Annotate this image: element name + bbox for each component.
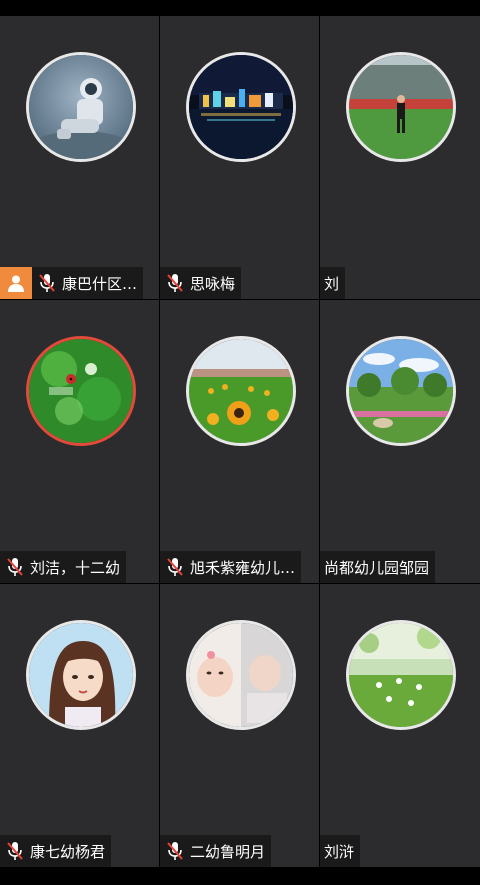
participant-avatar	[346, 620, 456, 730]
participant-tile[interactable]: 刘洁，十二幼	[0, 300, 159, 583]
anime-girl-photo	[28, 623, 133, 727]
green-blossom-photo	[349, 623, 453, 727]
participant-label: 旭禾紫雍幼儿…	[160, 551, 302, 583]
participant-avatar	[25, 620, 136, 730]
participant-name-box: 二幼鲁明月	[160, 835, 272, 867]
participant-name: 思咏梅	[190, 274, 236, 293]
participant-name-box: 康巴什区…	[32, 267, 144, 299]
mic-muted-icon	[164, 840, 186, 862]
participant-label: 刘洁，十二幼	[0, 551, 127, 583]
host-icon	[0, 267, 32, 299]
participant-name-box: 刘	[320, 267, 346, 299]
stadium-person-photo	[349, 55, 453, 159]
participant-tile[interactable]: 康巴什区…	[0, 16, 159, 299]
participant-name-box: 尚都幼儿园邹园	[320, 551, 436, 583]
participant-name: 二幼鲁明月	[190, 842, 266, 861]
participant-name-box: 刘浒	[320, 835, 361, 867]
participant-name: 尚都幼儿园邹园	[324, 558, 430, 577]
participant-grid: 康巴什区… 思咏梅 刘 刘洁，十二幼 旭禾紫雍幼儿… 尚都幼儿园邹园 康七幼杨君…	[0, 16, 480, 868]
participant-name: 旭禾紫雍幼儿…	[190, 558, 296, 577]
participant-label: 二幼鲁明月	[160, 835, 272, 867]
night-city-photo	[188, 55, 293, 159]
participant-tile[interactable]: 刘浒	[320, 584, 480, 867]
participant-name-box: 思咏梅	[160, 267, 242, 299]
astronaut-photo	[28, 55, 133, 159]
baby-photo	[188, 623, 293, 727]
participant-name-box: 康七幼杨君	[0, 835, 112, 867]
participant-avatar	[346, 336, 456, 446]
participant-avatar	[185, 336, 296, 446]
mic-muted-icon	[4, 840, 26, 862]
participant-tile[interactable]: 康七幼杨君	[0, 584, 159, 867]
participant-label: 康巴什区…	[0, 267, 144, 299]
mic-muted-icon	[4, 556, 26, 578]
participant-tile[interactable]: 思咏梅	[160, 16, 319, 299]
participant-name: 刘浒	[324, 842, 355, 861]
participant-name: 刘洁，十二幼	[30, 558, 121, 577]
participant-tile[interactable]: 二幼鲁明月	[160, 584, 319, 867]
participant-label: 康七幼杨君	[0, 835, 112, 867]
sunflower-field-photo	[188, 339, 293, 443]
participant-label: 尚都幼儿园邹园	[320, 551, 436, 583]
participant-tile[interactable]: 旭禾紫雍幼儿…	[160, 300, 319, 583]
mic-muted-icon	[164, 556, 186, 578]
mic-muted-icon	[164, 272, 186, 294]
participant-avatar	[185, 620, 296, 730]
participant-avatar	[185, 52, 296, 162]
participant-name: 刘	[324, 274, 340, 293]
participant-label: 刘	[320, 267, 346, 299]
green-ladybug-photo	[28, 339, 133, 443]
participant-avatar	[25, 336, 136, 446]
participant-tile[interactable]: 尚都幼儿园邹园	[320, 300, 480, 583]
participant-avatar	[25, 52, 136, 162]
participant-tile[interactable]: 刘	[320, 16, 480, 299]
participant-name: 康巴什区…	[62, 274, 138, 293]
participant-label: 刘浒	[320, 835, 361, 867]
park-landscape-photo	[349, 339, 453, 443]
participant-name-box: 旭禾紫雍幼儿…	[160, 551, 302, 583]
participant-avatar	[346, 52, 456, 162]
mic-muted-icon	[36, 272, 58, 294]
participant-name-box: 刘洁，十二幼	[0, 551, 127, 583]
participant-name: 康七幼杨君	[30, 842, 106, 861]
meeting-gallery-screen: 康巴什区… 思咏梅 刘 刘洁，十二幼 旭禾紫雍幼儿… 尚都幼儿园邹园 康七幼杨君…	[0, 0, 480, 885]
participant-label: 思咏梅	[160, 267, 242, 299]
